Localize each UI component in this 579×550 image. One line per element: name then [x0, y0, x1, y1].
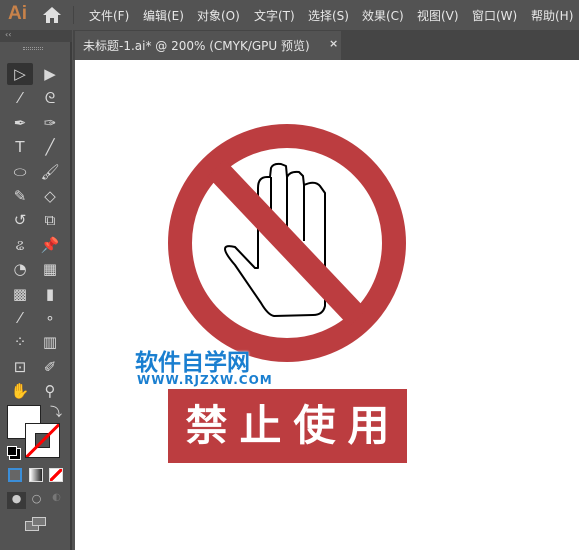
document-tab-bar: 未标题-1.ai* @ 200% (CMYK/GPU 预览) ×	[73, 30, 579, 60]
slice-tool-icon: ✐	[43, 357, 57, 376]
pen-tool[interactable]: ✒	[7, 112, 33, 134]
artboard-canvas[interactable]: 软件自学网 WWW.RJZXW.COM 禁止使用	[75, 60, 579, 550]
eyedropper-tool-icon: ⁄	[18, 309, 22, 327]
shape-builder-tool[interactable]: ◔	[7, 258, 33, 280]
warp-tool[interactable]: ଌ	[7, 234, 33, 256]
lasso-tool[interactable]: ᘓ	[37, 87, 63, 109]
gradient-tool[interactable]: ▮	[37, 283, 63, 305]
type-tool[interactable]: T	[7, 136, 33, 158]
artboard-tool-icon: ⊡	[13, 357, 27, 376]
mesh-tool[interactable]: ▩	[7, 283, 33, 305]
mesh-tool-icon: ▩	[12, 284, 28, 303]
menu-item[interactable]: 窗口(W)	[472, 7, 517, 24]
eyedropper-tool[interactable]: ⁄	[7, 307, 33, 329]
menu-item[interactable]: 效果(C)	[362, 7, 404, 24]
divider	[73, 6, 74, 24]
slice-tool[interactable]: ✐	[37, 356, 63, 378]
draw-normal-icon[interactable]: ●	[7, 492, 26, 509]
pen-tool-icon: ✒	[13, 113, 27, 132]
hand-tool[interactable]: ✋	[7, 380, 33, 402]
watermark-url: WWW.RJZXW.COM	[137, 373, 273, 387]
tools-panel: ‹‹ ▷ ▶ ⁄ ᘓ ✒ ✑ T ╱ ⬭ 🖌 ✎ ◇ ↺ ⧉ ଌ 📌 ◔ ▦ ▩ ▮ ⁄ ∘ ⁘ ▥ ⊡ ✐ ✋ ⚲ ⤵ ● ○ ◐	[0, 30, 72, 550]
ellipse-tool-icon: ⬭	[13, 162, 27, 181]
menu-item[interactable]: 选择(S)	[308, 7, 349, 24]
prohibition-sign	[168, 124, 406, 362]
line-tool-icon: ╱	[45, 138, 55, 157]
blend-tool[interactable]: ∘	[37, 307, 63, 329]
hand-tool-icon: ✋	[10, 382, 30, 401]
zoom-tool-icon: ⚲	[44, 382, 56, 401]
perspective-grid-tool-icon: ▦	[42, 260, 58, 279]
scale-tool[interactable]: ⧉	[37, 209, 63, 231]
rotate-tool[interactable]: ↺	[7, 209, 33, 231]
shape-builder-tool-icon: ◔	[13, 260, 27, 279]
paintbrush-tool[interactable]: 🖌	[37, 161, 63, 183]
direct-selection-tool-icon: ▶	[44, 65, 56, 83]
column-graph-tool[interactable]: ▥	[37, 331, 63, 353]
scale-tool-icon: ⧉	[44, 211, 56, 230]
document-tab-title: 未标题-1.ai* @ 200% (CMYK/GPU 预览)	[83, 39, 310, 53]
artboard-tool[interactable]: ⊡	[7, 356, 33, 378]
menu-bar: Ai 文件(F) 编辑(E) 对象(O) 文字(T) 选择(S) 效果(C) 视图(V) 窗口…	[0, 0, 579, 30]
none-mode-button[interactable]	[49, 468, 63, 482]
shaper-tool-icon: ✎	[13, 187, 27, 205]
selection-tool-icon: ▷	[14, 65, 26, 83]
collapse-panel-button[interactable]: ‹‹	[0, 30, 72, 42]
menu-item[interactable]: 对象(O)	[197, 7, 240, 24]
ellipse-tool[interactable]: ⬭	[7, 161, 33, 183]
watermark-title: 软件自学网	[135, 350, 250, 376]
screen-mode-icon[interactable]	[25, 517, 47, 531]
magic-wand-tool[interactable]: ⁄	[7, 87, 33, 109]
curvature-tool-icon: ✑	[43, 113, 57, 132]
draw-behind-icon[interactable]: ○	[27, 492, 46, 509]
draw-inside-icon[interactable]: ◐	[47, 492, 66, 509]
line-tool[interactable]: ╱	[37, 136, 63, 158]
rotate-tool-icon: ↺	[13, 211, 27, 230]
default-colors-icon[interactable]	[7, 446, 17, 456]
blend-tool-icon: ∘	[45, 309, 55, 327]
shaper-tool[interactable]: ✎	[7, 185, 33, 207]
magic-wand-tool-icon: ⁄	[18, 89, 22, 108]
menu-item[interactable]: 视图(V)	[417, 7, 459, 24]
lasso-tool-icon: ᘓ	[44, 89, 56, 108]
document-tab[interactable]: 未标题-1.ai* @ 200% (CMYK/GPU 预览) ×	[75, 31, 341, 60]
swap-fill-stroke-icon[interactable]: ⤵	[50, 403, 62, 420]
banner-text: 禁止使用	[168, 389, 407, 463]
symbol-sprayer-tool[interactable]: ⁘	[7, 331, 33, 353]
panel-grip[interactable]	[23, 47, 43, 50]
direct-selection-tool[interactable]: ▶	[37, 63, 63, 85]
type-tool-icon: T	[15, 138, 25, 157]
symbol-sprayer-tool-icon: ⁘	[13, 333, 27, 352]
menu-item[interactable]: 编辑(E)	[143, 7, 184, 24]
stroke-swatch[interactable]	[25, 423, 60, 458]
gradient-mode-button[interactable]	[29, 468, 43, 482]
eraser-tool-icon: ◇	[44, 187, 56, 205]
paintbrush-tool-icon: 🖌	[40, 162, 60, 181]
curvature-tool[interactable]: ✑	[37, 112, 63, 134]
home-icon[interactable]	[42, 6, 62, 24]
perspective-grid-tool[interactable]: ▦	[37, 258, 63, 280]
eraser-tool[interactable]: ◇	[37, 185, 63, 207]
menu-item[interactable]: 文件(F)	[89, 7, 129, 24]
column-graph-tool-icon: ▥	[42, 333, 58, 352]
close-icon[interactable]: ×	[329, 37, 338, 50]
puppet-warp-tool-icon: 📌	[40, 235, 60, 254]
warp-tool-icon: ଌ	[15, 235, 25, 254]
gradient-tool-icon: ▮	[45, 284, 55, 303]
menu-item[interactable]: 帮助(H)	[531, 7, 573, 24]
zoom-tool[interactable]: ⚲	[37, 380, 63, 402]
menu-item[interactable]: 文字(T)	[254, 7, 295, 24]
selection-tool[interactable]: ▷	[7, 63, 33, 85]
app-logo: Ai	[8, 3, 27, 24]
color-mode-button[interactable]	[8, 468, 22, 482]
puppet-warp-tool[interactable]: 📌	[37, 234, 63, 256]
